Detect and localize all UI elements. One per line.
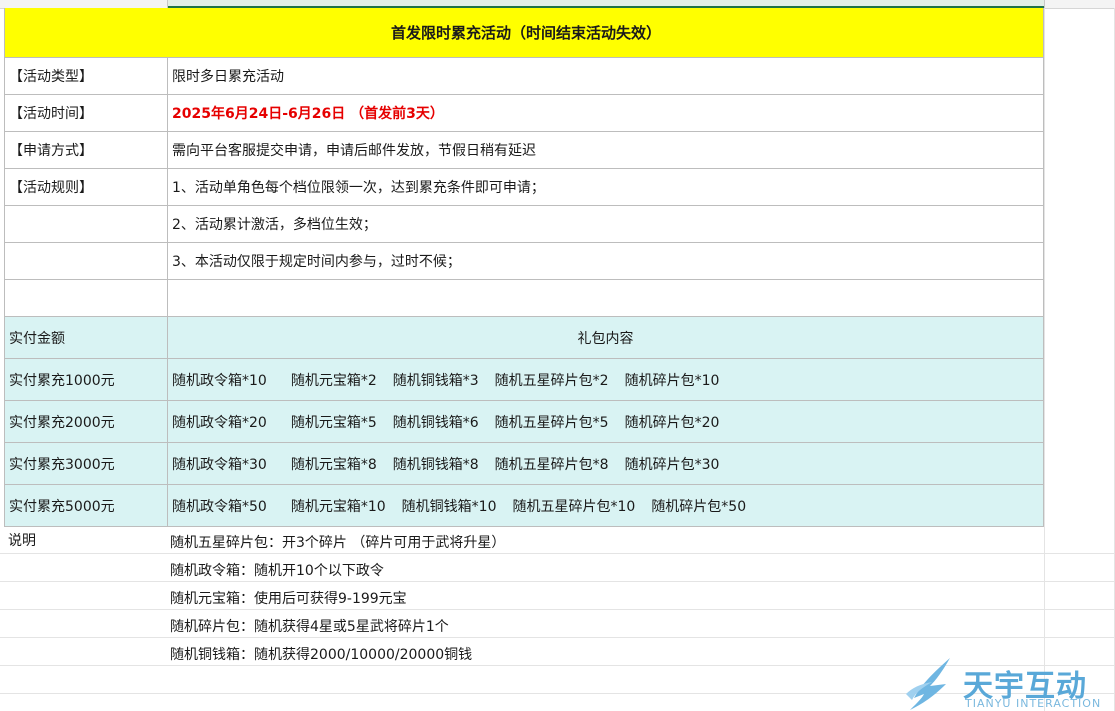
gift-item: 随机元宝箱*10 — [290, 498, 386, 515]
selected-column-header[interactable] — [168, 0, 1044, 8]
info-label-cell[interactable] — [4, 280, 168, 317]
amount-header-cell[interactable]: 实付金额 — [4, 317, 168, 359]
info-value-cell[interactable]: 3、本活动仅限于规定时间内参与，过时不候； — [168, 243, 1044, 280]
title-cell[interactable]: 首发限时累充活动（时间结束活动失效） — [4, 8, 1044, 58]
info-value-cell[interactable]: 2025年6月24日-6月26日 （首发前3天） — [168, 95, 1044, 132]
amount-cell[interactable]: 实付累充2000元 — [4, 401, 168, 443]
grid-line — [0, 581, 1115, 582]
info-label-cell[interactable] — [4, 243, 168, 280]
grid-line — [0, 553, 1115, 554]
info-value-cell[interactable]: 限时多日累充活动 — [168, 58, 1044, 95]
gift-item: 随机元宝箱*5 — [290, 414, 377, 431]
gift-item: 随机五星碎片包*5 — [494, 414, 609, 431]
column-separator[interactable] — [167, 0, 168, 8]
gift-item: 随机铜钱箱*8 — [392, 456, 479, 473]
gift-item: 随机五星碎片包*10 — [512, 498, 636, 515]
info-label-cell[interactable]: 【活动类型】 — [4, 58, 168, 95]
gift-item: 随机铜钱箱*3 — [392, 372, 479, 389]
gift-item: 随机五星碎片包*2 — [494, 372, 609, 389]
watermark-subtitle: TIANYU INTERACTION — [965, 697, 1102, 710]
content-header-cell[interactable]: 礼包内容 — [168, 317, 1044, 359]
gift-item: 随机铜钱箱*6 — [392, 414, 479, 431]
gift-item: 随机政令箱*50 — [172, 498, 267, 515]
gift-content-cell[interactable]: 随机政令箱*30 随机元宝箱*8 随机铜钱箱*8 随机五星碎片包*8 随机碎片包*30 — [168, 443, 1044, 485]
info-label-cell[interactable]: 【申请方式】 — [4, 132, 168, 169]
info-label-cell[interactable]: 【活动时间】 — [4, 95, 168, 132]
info-label-cell[interactable] — [4, 206, 168, 243]
info-value-cell[interactable]: 需向平台客服提交申请，申请后邮件发放，节假日稍有延迟 — [168, 132, 1044, 169]
gift-item: 随机五星碎片包*8 — [494, 456, 609, 473]
gift-item: 随机铜钱箱*10 — [401, 498, 497, 515]
gift-content-cell[interactable]: 随机政令箱*50 随机元宝箱*10 随机铜钱箱*10 随机五星碎片包*10 随机碎片包*… — [168, 485, 1044, 527]
gift-item: 随机政令箱*20 — [172, 414, 267, 431]
amount-cell[interactable]: 实付累充1000元 — [4, 359, 168, 401]
note-line[interactable]: 随机政令箱：随机开10个以下政令 — [170, 560, 384, 580]
note-line[interactable]: 随机五星碎片包：开3个碎片 （碎片可用于武将升星） — [170, 532, 505, 552]
gift-item: 随机政令箱*30 — [172, 456, 267, 473]
info-value-cell[interactable]: 2、活动累计激活，多档位生效； — [168, 206, 1044, 243]
info-label-cell[interactable]: 【活动规则】 — [4, 169, 168, 206]
gift-content-cell[interactable]: 随机政令箱*10 随机元宝箱*2 随机铜钱箱*3 随机五星碎片包*2 随机碎片包*10 — [168, 359, 1044, 401]
column-separator[interactable] — [1044, 0, 1045, 8]
amount-cell[interactable]: 实付累充5000元 — [4, 485, 168, 527]
gift-item: 随机碎片包*30 — [624, 456, 720, 473]
grid-line — [1044, 8, 1045, 711]
gift-item: 随机碎片包*50 — [651, 498, 747, 515]
amount-cell[interactable]: 实付累充3000元 — [4, 443, 168, 485]
gift-item: 随机元宝箱*8 — [290, 456, 377, 473]
gift-item: 随机元宝箱*2 — [290, 372, 377, 389]
notes-label[interactable]: 说明 — [4, 526, 164, 554]
gift-item: 随机政令箱*10 — [172, 372, 267, 389]
gift-item: 随机碎片包*20 — [624, 414, 720, 431]
gift-item: 随机碎片包*10 — [624, 372, 720, 389]
gift-content-cell[interactable]: 随机政令箱*20 随机元宝箱*5 随机铜钱箱*6 随机五星碎片包*5 随机碎片包*20 — [168, 401, 1044, 443]
info-value-cell[interactable]: 1、活动单角色每个档位限领一次，达到累充条件即可申请； — [168, 169, 1044, 206]
note-line[interactable]: 随机铜钱箱：随机获得2000/10000/20000铜钱 — [170, 644, 472, 664]
note-line[interactable]: 随机碎片包：随机获得4星或5星武将碎片1个 — [170, 616, 449, 636]
info-value-cell[interactable] — [168, 280, 1044, 317]
grid-line — [0, 609, 1115, 610]
note-line[interactable]: 随机元宝箱：使用后可获得9-199元宝 — [170, 588, 407, 608]
grid-line — [0, 637, 1115, 638]
